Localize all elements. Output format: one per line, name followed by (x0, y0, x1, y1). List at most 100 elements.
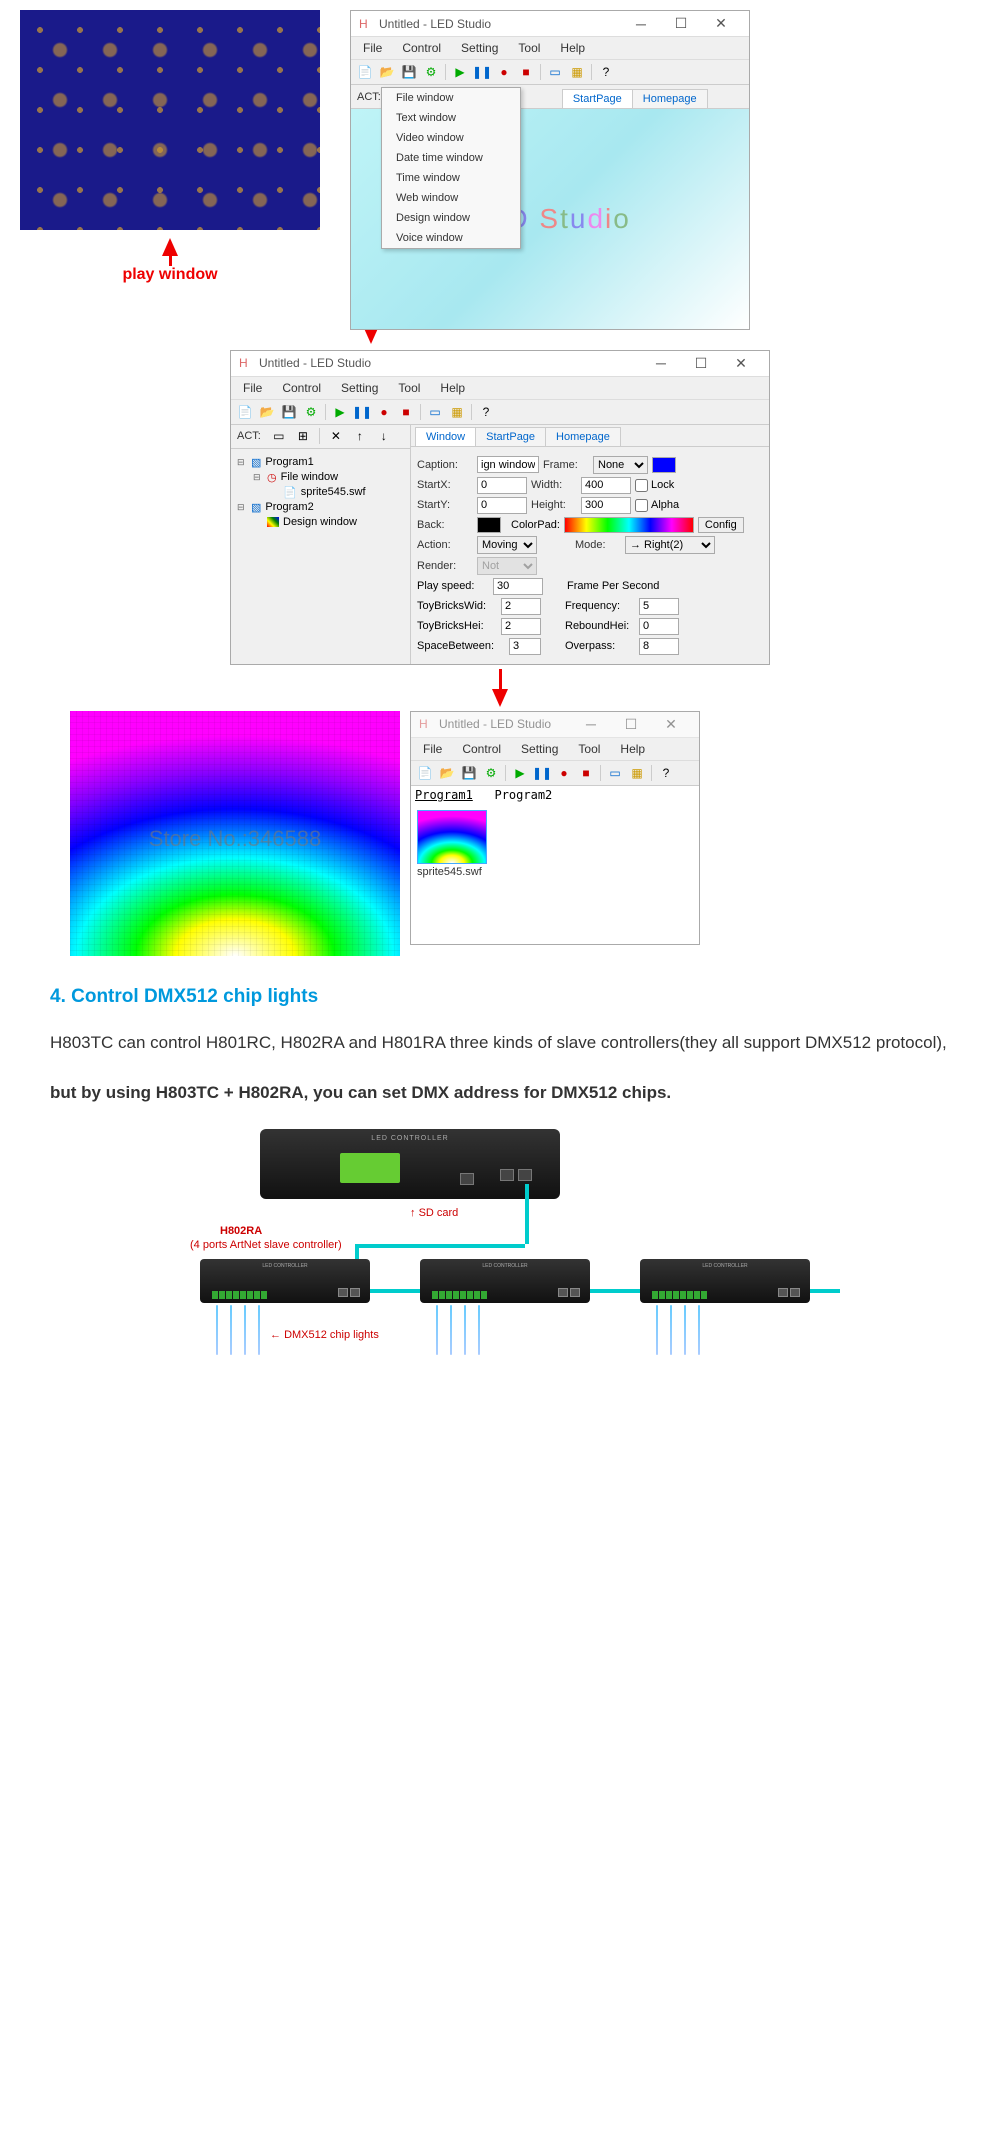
new-icon[interactable]: 📄 (235, 402, 255, 422)
tab-window[interactable]: Window (415, 427, 476, 446)
settings-icon[interactable]: ⚙ (481, 763, 501, 783)
menu-setting[interactable]: Setting (513, 740, 566, 758)
menu-help[interactable]: Help (552, 39, 593, 57)
play-icon[interactable]: ▶ (450, 62, 470, 82)
record-icon[interactable]: ● (374, 402, 394, 422)
frequency-input[interactable] (639, 598, 679, 615)
frame-color[interactable] (652, 457, 676, 473)
window-icon[interactable]: ▦ (567, 62, 587, 82)
help-icon[interactable]: ? (656, 763, 676, 783)
titlebar[interactable]: H Untitled - LED Studio ─ ☐ ✕ (351, 11, 749, 37)
tree-program1[interactable]: ⊟▧Program1 (237, 455, 404, 470)
minimize-button[interactable]: ─ (641, 350, 681, 376)
menu-file[interactable]: File (235, 379, 270, 397)
minimize-button[interactable]: ─ (621, 11, 661, 37)
maximize-button[interactable]: ☐ (681, 350, 721, 376)
tab-homepage[interactable]: Homepage (545, 427, 621, 446)
pause-icon[interactable]: ❚❚ (532, 763, 552, 783)
toybricksw-input[interactable] (501, 598, 541, 615)
dropdown-text-window[interactable]: Text window (382, 108, 520, 128)
lock-checkbox[interactable]: Lock (635, 479, 674, 492)
menu-help[interactable]: Help (612, 740, 653, 758)
menu-help[interactable]: Help (432, 379, 473, 397)
stop-icon[interactable]: ■ (516, 62, 536, 82)
toybricksh-input[interactable] (501, 618, 541, 635)
close-button[interactable]: ✕ (721, 350, 761, 376)
save-icon[interactable]: 💾 (459, 763, 479, 783)
space-input[interactable] (509, 638, 541, 655)
caption-input[interactable] (477, 456, 539, 473)
dropdown-voice-window[interactable]: Voice window (382, 228, 520, 248)
menu-tool[interactable]: Tool (510, 39, 548, 57)
tab-homepage[interactable]: Homepage (632, 89, 708, 108)
maximize-button[interactable]: ☐ (611, 711, 651, 737)
record-icon[interactable]: ● (554, 763, 574, 783)
dropdown-video-window[interactable]: Video window (382, 128, 520, 148)
playspeed-input[interactable] (493, 578, 543, 595)
back-color[interactable] (477, 517, 501, 533)
act-up-icon[interactable]: ↑ (350, 426, 370, 446)
tree-design-window[interactable]: Design window (237, 515, 404, 529)
overpass-input[interactable] (639, 638, 679, 655)
menu-file[interactable]: File (355, 39, 390, 57)
frame-select[interactable]: None (593, 456, 648, 474)
menu-control[interactable]: Control (394, 39, 449, 57)
dropdown-time-window[interactable]: Time window (382, 168, 520, 188)
play-icon[interactable]: ▶ (510, 763, 530, 783)
minimize-button[interactable]: ─ (571, 711, 611, 737)
height-input[interactable] (581, 497, 631, 514)
save-icon[interactable]: 💾 (399, 62, 419, 82)
settings-icon[interactable]: ⚙ (421, 62, 441, 82)
action-select[interactable]: Moving (477, 536, 537, 554)
new-icon[interactable]: 📄 (415, 763, 435, 783)
record-icon[interactable]: ● (494, 62, 514, 82)
titlebar[interactable]: H Untitled - LED Studio ─ ☐ ✕ (231, 351, 769, 377)
stop-icon[interactable]: ■ (576, 763, 596, 783)
alpha-checkbox[interactable]: Alpha (635, 499, 679, 512)
act-delete-icon[interactable]: ✕ (326, 426, 346, 446)
screen-icon[interactable]: ▭ (425, 402, 445, 422)
tab-startpage[interactable]: StartPage (475, 427, 546, 446)
tab-program2[interactable]: Program2 (494, 788, 552, 802)
menu-setting[interactable]: Setting (333, 379, 386, 397)
open-icon[interactable]: 📂 (377, 62, 397, 82)
window-icon[interactable]: ▦ (447, 402, 467, 422)
open-icon[interactable]: 📂 (257, 402, 277, 422)
help-icon[interactable]: ? (596, 62, 616, 82)
titlebar[interactable]: H Untitled - LED Studio ─ ☐ ✕ (411, 712, 699, 738)
tree-file-window[interactable]: ⊟◷File window (237, 470, 404, 485)
tree-sprite-file[interactable]: 📄sprite545.swf (237, 485, 404, 500)
mode-select[interactable]: → Right(2) (625, 536, 715, 554)
close-button[interactable]: ✕ (651, 711, 691, 737)
play-icon[interactable]: ▶ (330, 402, 350, 422)
tab-startpage[interactable]: StartPage (562, 89, 633, 108)
screen-icon[interactable]: ▭ (545, 62, 565, 82)
menu-file[interactable]: File (415, 740, 450, 758)
open-icon[interactable]: 📂 (437, 763, 457, 783)
act-layout-icon[interactable]: ⊞ (293, 426, 313, 446)
color-pad[interactable] (564, 517, 694, 533)
maximize-button[interactable]: ☐ (661, 11, 701, 37)
menu-control[interactable]: Control (274, 379, 329, 397)
rebound-input[interactable] (639, 618, 679, 635)
width-input[interactable] (581, 477, 631, 494)
startx-input[interactable] (477, 477, 527, 494)
dropdown-design-window[interactable]: Design window (382, 208, 520, 228)
settings-icon[interactable]: ⚙ (301, 402, 321, 422)
dropdown-datetime-window[interactable]: Date time window (382, 148, 520, 168)
act-new-icon[interactable]: ▭ (269, 426, 289, 446)
close-button[interactable]: ✕ (701, 11, 741, 37)
new-icon[interactable]: 📄 (355, 62, 375, 82)
menu-setting[interactable]: Setting (453, 39, 506, 57)
stop-icon[interactable]: ■ (396, 402, 416, 422)
starty-input[interactable] (477, 497, 527, 514)
tree-program2[interactable]: ⊟▧Program2 (237, 500, 404, 515)
menu-control[interactable]: Control (454, 740, 509, 758)
help-icon[interactable]: ? (476, 402, 496, 422)
dropdown-file-window[interactable]: File window (382, 88, 520, 108)
pause-icon[interactable]: ❚❚ (352, 402, 372, 422)
save-icon[interactable]: 💾 (279, 402, 299, 422)
tab-program1[interactable]: Program1 (415, 788, 473, 802)
sprite-thumbnail[interactable] (417, 810, 487, 864)
menu-tool[interactable]: Tool (570, 740, 608, 758)
